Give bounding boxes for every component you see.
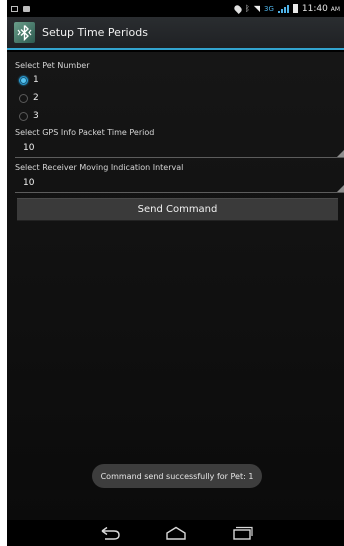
main-content: Select Pet Number 1 2 3 Select GPS Info … [7,52,344,520]
back-icon[interactable] [96,524,124,542]
pet-radio-1[interactable]: 1 [19,75,39,85]
dropdown-corner-icon [337,185,344,192]
toast-message: Command send successfully for Pet: 1 [92,464,262,488]
pet-radio-3[interactable]: 3 [19,111,39,121]
status-bar: ᛒ ◥ 3G 11:40 AM [7,0,344,17]
recents-icon[interactable] [228,524,256,542]
pet-radio-2[interactable]: 2 [19,93,39,103]
dropdown-corner-icon [337,150,344,157]
receiver-interval-spinner[interactable]: 10 [15,177,344,193]
screen-icon [11,5,18,12]
gps-period-spinner[interactable]: 10 [15,142,344,158]
location-icon [233,3,243,14]
gps-period-label: Select GPS Info Packet Time Period [15,128,155,137]
radio-unchecked-icon [19,93,28,103]
clock: 11:40 AM [301,3,340,14]
receiver-interval-value: 10 [23,178,35,188]
bluetooth-app-icon[interactable] [14,22,35,43]
bluetooth-icon: ᛒ [245,4,250,13]
device-screen: ᛒ ◥ 3G 11:40 AM Setup Time Periods Selec… [7,0,344,546]
radio-unchecked-icon [19,111,28,121]
navigation-bar [7,520,344,546]
signal-icon [277,4,289,13]
gps-period-value: 10 [23,143,35,153]
action-bar: Setup Time Periods [7,17,344,50]
pet-radio-label: 2 [33,93,39,103]
network-type: 3G [264,4,274,13]
pet-radio-label: 3 [33,111,39,121]
wifi-icon: ◥ [253,4,261,13]
receiver-interval-label: Select Receiver Moving Indication Interv… [15,163,184,172]
battery-icon [292,4,298,13]
page-title: Setup Time Periods [42,26,148,39]
pet-radio-label: 1 [33,75,39,85]
home-icon[interactable] [162,524,190,542]
radio-checked-icon [19,75,28,85]
send-command-button[interactable]: Send Command [17,198,338,221]
pet-number-label: Select Pet Number [15,61,90,70]
chat-icon [23,5,30,12]
